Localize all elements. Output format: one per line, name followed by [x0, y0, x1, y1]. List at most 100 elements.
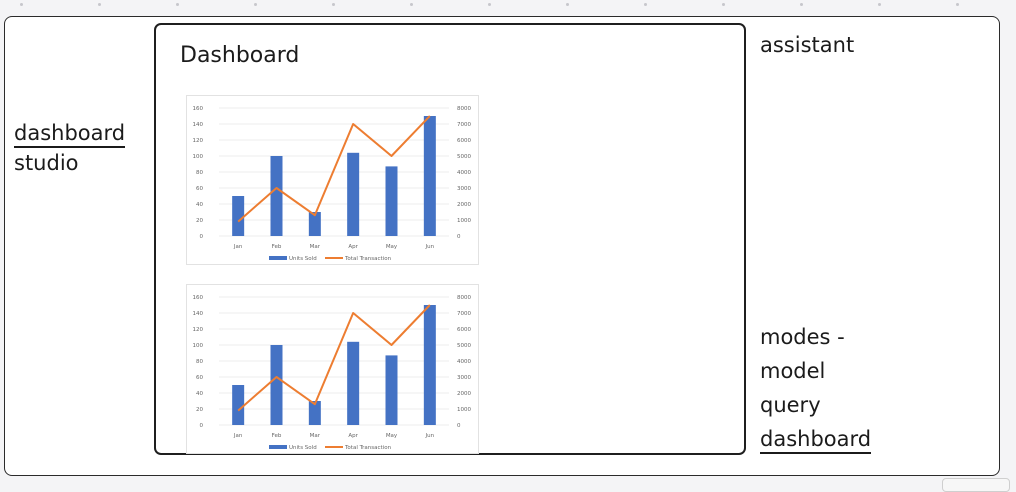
bar [270, 345, 283, 425]
mode-item-model[interactable]: model [760, 354, 980, 388]
corner-button[interactable] [942, 478, 1010, 492]
y-tick-label: 80 [196, 170, 203, 176]
sidebar-item-studio[interactable]: studio [14, 148, 150, 178]
grid-dot [176, 3, 179, 6]
y-tick-label: 120 [193, 327, 204, 333]
y-tick-label: 0 [200, 423, 204, 429]
bar [347, 152, 360, 236]
legend-label: Units Sold [289, 256, 317, 262]
bar [232, 385, 245, 425]
y2-tick-label: 4000 [457, 170, 471, 176]
y2-tick-label: 5000 [457, 154, 471, 160]
mode-item-label: query [760, 393, 821, 417]
x-tick-label: Jan [233, 433, 243, 439]
y-tick-label: 20 [196, 218, 203, 224]
bar [232, 196, 245, 236]
x-tick-label: May [386, 244, 398, 250]
y-tick-label: 60 [196, 186, 203, 192]
y2-tick-label: 3000 [457, 375, 471, 381]
grid-dot [410, 3, 413, 6]
legend-swatch-bar [269, 256, 287, 260]
y2-tick-label: 4000 [457, 359, 471, 365]
bar [385, 166, 398, 236]
grid-dot [20, 3, 23, 6]
grid-dot [254, 3, 257, 6]
line-series [237, 304, 431, 412]
grid-dot [878, 3, 881, 6]
mode-item-dashboard[interactable]: dashboard [760, 422, 980, 456]
y-tick-label: 80 [196, 359, 203, 365]
y-tick-label: 140 [193, 311, 204, 317]
y2-tick-label: 5000 [457, 343, 471, 349]
y-tick-label: 40 [196, 391, 203, 397]
chart-card-1[interactable]: 0 20 40 60 80 100 120 140 160 0 1000 2000 3000 4000 50… [186, 95, 479, 265]
dashboard-panel: Dashboard 0 20 40 60 80 100 120 140 160 0 1000 2000… [154, 23, 746, 455]
y2-tick-label: 1000 [457, 218, 471, 224]
mode-item-query[interactable]: query [760, 388, 980, 422]
bar [270, 156, 283, 236]
y-tick-label: 0 [200, 234, 204, 240]
sidebar-item-label: studio [14, 151, 79, 175]
bar [423, 116, 436, 236]
bar [423, 305, 436, 425]
x-tick-label: Jun [425, 244, 435, 250]
x-tick-label: Feb [272, 433, 282, 439]
x-tick-label: Mar [310, 244, 321, 250]
y-tick-label: 60 [196, 375, 203, 381]
y2-tick-label: 1000 [457, 407, 471, 413]
mode-item-label: model [760, 359, 826, 383]
grid-dot [644, 3, 647, 6]
mode-item-label: dashboard [760, 427, 872, 454]
sidebar: dashboard studio [14, 118, 150, 178]
y-tick-label: 100 [193, 343, 204, 349]
assistant-title: assistant [760, 33, 855, 57]
combo-chart-1: 0 20 40 60 80 100 120 140 160 0 1000 2000 3000 4000 50… [193, 106, 472, 262]
x-tick-label: Jun [425, 433, 435, 439]
y2-tick-label: 3000 [457, 186, 471, 192]
top-dot-grid [0, 0, 1016, 12]
y-tick-label: 20 [196, 407, 203, 413]
y-tick-label: 100 [193, 154, 204, 160]
combo-chart-2: 0 20 40 60 80 100 120 140 160 0 1000 2000 3000 4000 50… [193, 295, 472, 451]
bar [347, 341, 360, 425]
y2-tick-label: 7000 [457, 122, 471, 128]
sidebar-item-dashboard[interactable]: dashboard [14, 118, 150, 148]
dashboard-title: Dashboard [180, 43, 300, 68]
y-tick-label: 160 [193, 106, 204, 112]
y-tick-label: 160 [193, 295, 204, 301]
bar [385, 355, 398, 425]
grid-dot [488, 3, 491, 6]
x-tick-label: Mar [310, 433, 321, 439]
grid-dot [566, 3, 569, 6]
legend-label: Total Transaction [344, 256, 392, 262]
x-tick-label: Apr [348, 433, 358, 439]
y-tick-label: 140 [193, 122, 204, 128]
y2-tick-label: 6000 [457, 138, 471, 144]
y2-tick-label: 8000 [457, 106, 471, 112]
grid-dot [98, 3, 101, 6]
assistant-panel: assistant [760, 30, 854, 60]
y2-tick-label: 2000 [457, 202, 471, 208]
y2-tick-label: 0 [457, 234, 461, 240]
modes-title: modes - [760, 325, 845, 349]
legend-label: Units Sold [289, 445, 317, 451]
line-series [237, 115, 431, 223]
y2-tick-label: 0 [457, 423, 461, 429]
grid-dot [800, 3, 803, 6]
x-tick-label: Feb [272, 244, 282, 250]
chart-card-2[interactable]: 0 20 40 60 80 100 120 140 160 0 1000 2000 3000 4000 50… [186, 284, 479, 454]
x-tick-label: May [386, 433, 398, 439]
y2-tick-label: 7000 [457, 311, 471, 317]
modes-menu: modes - model query dashboard [760, 320, 980, 456]
y-tick-label: 120 [193, 138, 204, 144]
y2-tick-label: 8000 [457, 295, 471, 301]
y2-tick-label: 6000 [457, 327, 471, 333]
legend-label: Total Transaction [344, 445, 392, 451]
legend-swatch-bar [269, 445, 287, 449]
y-tick-label: 40 [196, 202, 203, 208]
sidebar-item-label: dashboard [14, 121, 126, 148]
grid-dot [722, 3, 725, 6]
x-tick-label: Jan [233, 244, 243, 250]
grid-dot [956, 3, 959, 6]
x-tick-label: Apr [348, 244, 358, 250]
